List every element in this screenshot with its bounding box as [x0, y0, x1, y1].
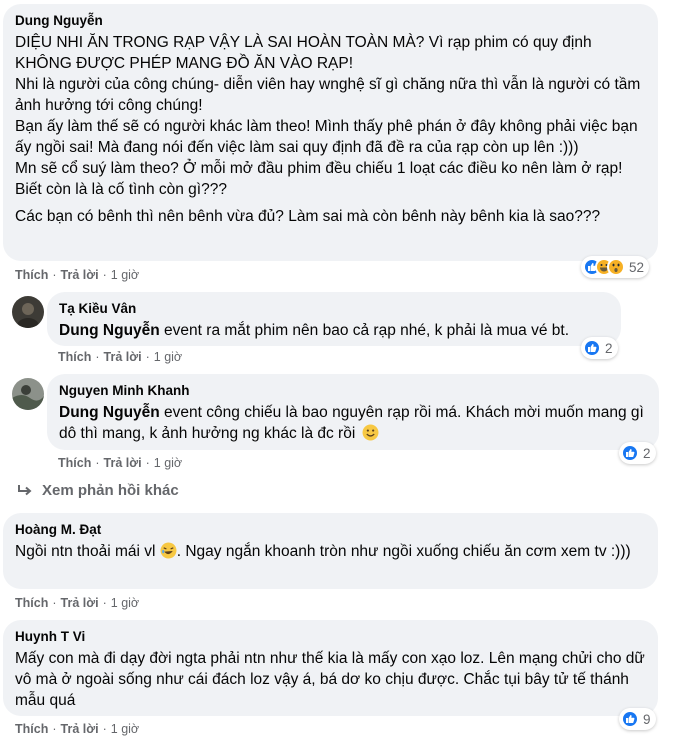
wow-icon — [607, 258, 625, 276]
avatar[interactable] — [12, 296, 44, 328]
timestamp[interactable]: 1 giờ — [154, 350, 182, 364]
timestamp[interactable]: 1 giờ — [111, 268, 139, 282]
reaction-count: 9 — [643, 711, 651, 727]
smile-emoji-icon — [362, 424, 379, 447]
like-link[interactable]: Thích — [58, 350, 91, 364]
comment-paragraph: Các bạn có bênh thì nên bênh vừa đủ? Làm… — [15, 208, 601, 225]
reaction-summary[interactable]: 2 — [619, 442, 656, 464]
comment-paragraph: Nhi là người của công chúng- diễn viên h… — [15, 76, 641, 114]
comment-author[interactable]: Dung Nguyễn — [15, 12, 646, 30]
comment-text: DIỆU NHI ĂN TRONG RẠP VẬY LÀ SAI HOÀN TO… — [15, 32, 646, 227]
reply-bubble-khanh: Nguyen Minh Khanh Dung Nguyễn event công… — [47, 374, 659, 450]
comment-author[interactable]: Hoàng M. Đạt — [15, 521, 646, 539]
comment-bubble-dung: Dung Nguyễn DIỆU NHI ĂN TRONG RẠP VẬY LÀ… — [3, 4, 658, 261]
mention-link[interactable]: Dung Nguyễn — [59, 322, 160, 339]
like-link[interactable]: Thích — [58, 456, 91, 470]
comment-author[interactable]: Tạ Kiều Vân — [59, 300, 609, 318]
reaction-summary[interactable]: 9 — [619, 708, 656, 730]
timestamp[interactable]: 1 giờ — [111, 596, 139, 610]
timestamp[interactable]: 1 giờ — [154, 456, 182, 470]
reply-bubble-van: Tạ Kiều Vân Dung Nguyễn event ra mắt phi… — [47, 292, 621, 346]
comment-actions: Thích · Trả lời · 1 giờ — [15, 722, 140, 736]
comment-author[interactable]: Huynh T Vi — [15, 628, 646, 646]
reply-link[interactable]: Trả lời — [61, 268, 99, 282]
reaction-count: 2 — [643, 445, 651, 461]
reaction-summary[interactable]: 2 — [581, 337, 618, 359]
comment-bubble-dat: Hoàng M. Đạt Ngồi ntn thoải mái vl . Nga… — [3, 513, 658, 589]
comment-text: Mấy con mà đi dạy đời ngta phải ntn như … — [15, 650, 645, 709]
reaction-count: 2 — [605, 340, 613, 356]
like-icon — [583, 339, 601, 357]
avatar[interactable] — [12, 378, 44, 410]
comment-text: Dung Nguyễn event công chiếu là bao nguy… — [59, 402, 647, 447]
like-link[interactable]: Thích — [15, 596, 48, 610]
comment-paragraph: DIỆU NHI ĂN TRONG RẠP VẬY LÀ SAI HOÀN TO… — [15, 34, 592, 72]
like-link[interactable]: Thích — [15, 722, 48, 736]
timestamp[interactable]: 1 giờ — [111, 722, 139, 736]
like-link[interactable]: Thích — [15, 268, 48, 282]
reaction-summary[interactable]: 52 — [581, 256, 650, 278]
laughing-emoji-icon — [160, 542, 177, 565]
like-icon — [621, 444, 639, 462]
reaction-count: 52 — [629, 259, 645, 275]
reply-link[interactable]: Trả lời — [61, 722, 99, 736]
comment-actions: Thích · Trả lời · 1 giờ — [15, 268, 140, 282]
comment-author[interactable]: Nguyen Minh Khanh — [59, 382, 647, 400]
comment-actions: Thích · Trả lời · 1 giờ — [15, 596, 140, 610]
reply-link[interactable]: Trả lời — [104, 456, 142, 470]
comment-paragraph: Bạn ấy làm thế sẽ có người khác làm theo… — [15, 118, 638, 156]
view-more-replies-label: Xem phản hồi khác — [42, 481, 179, 499]
like-icon — [621, 710, 639, 728]
reply-link[interactable]: Trả lời — [104, 350, 142, 364]
comment-bubble-vi: Huynh T Vi Mấy con mà đi dạy đời ngta ph… — [3, 620, 658, 716]
reply-arrow-icon — [18, 485, 32, 496]
comment-actions: Thích · Trả lời · 1 giờ — [58, 350, 183, 364]
view-more-replies-button[interactable]: Xem phản hồi khác — [16, 481, 179, 499]
reply-link[interactable]: Trả lời — [61, 596, 99, 610]
comment-actions: Thích · Trả lời · 1 giờ — [58, 456, 183, 470]
comment-text: Dung Nguyễn event ra mắt phim nên bao cả… — [59, 322, 570, 339]
mention-link[interactable]: Dung Nguyễn — [59, 404, 160, 421]
comment-paragraph: Mn sẽ cổ suý làm theo? Ở mỗi mở đầu phim… — [15, 160, 623, 198]
comment-text: Ngồi ntn thoải mái vl . Ngay ngắn khoanh… — [15, 541, 646, 565]
